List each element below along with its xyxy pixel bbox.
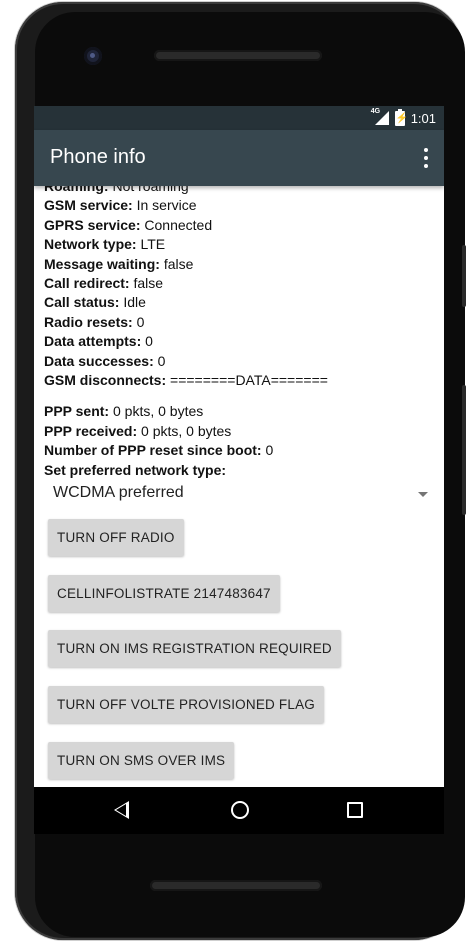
status-icons: 4G ⚡ 1:01 (370, 108, 436, 127)
info-row-gsm-service: GSM service: In service (44, 196, 439, 215)
battery-charging-icon: ⚡ (394, 108, 409, 126)
info-label: PPP received: (44, 422, 138, 439)
preferred-network-type-dropdown[interactable]: WCDMA preferred (44, 482, 434, 506)
info-value: Idle (123, 294, 146, 311)
info-value: In service (136, 197, 197, 214)
status-bar: 4G ⚡ 1:01 (34, 106, 444, 130)
bottom-speaker-grille (150, 880, 322, 891)
front-camera (84, 47, 102, 65)
info-row-ppp-received: PPP received: 0 pkts, 0 bytes (44, 422, 439, 441)
cellinfolistrate-button[interactable]: CELLINFOLISTRATE 2147483647 (48, 575, 280, 612)
recents-icon[interactable] (347, 802, 363, 818)
info-value: ========DATA======= (170, 372, 328, 389)
info-row-gprs-service: GPRS service: Connected (44, 216, 439, 235)
info-value: 0 pkts, 0 bytes (141, 422, 232, 439)
info-label: Radio resets: (44, 313, 133, 330)
info-row-data-attempts: Data attempts: 0 (44, 332, 439, 351)
info-label: Network type: (44, 236, 137, 253)
info-list: Roaming: Not roaming GSM service: In ser… (44, 186, 439, 480)
info-row-roaming: Roaming: Not roaming (44, 186, 439, 196)
info-value: 0 (136, 313, 145, 330)
info-value: false (163, 255, 194, 272)
info-row-network-type: Network type: LTE (44, 235, 439, 254)
sms-over-ims-button[interactable]: TURN ON SMS OVER IMS (48, 742, 235, 779)
home-icon[interactable] (231, 801, 249, 819)
info-row-preferred-network-label: Set preferred network type: (44, 461, 439, 480)
navigation-bar (34, 787, 444, 834)
info-row-ppp-resets: Number of PPP reset since boot: 0 (44, 441, 439, 460)
ims-registration-button[interactable]: TURN ON IMS REGISTRATION REQUIRED (48, 630, 341, 667)
info-label: Call status: (44, 294, 120, 311)
info-label: GPRS service: (44, 216, 141, 233)
info-value: 0 pkts, 0 bytes (113, 403, 204, 420)
info-value: 0 (145, 333, 153, 350)
top-speaker-grille (154, 50, 322, 61)
info-row-call-redirect: Call redirect: false (44, 274, 439, 293)
app-bar: Phone info (34, 130, 444, 186)
screen: 4G ⚡ 1:01 Phone info Roaming: Not roamin… (34, 106, 444, 787)
volte-provisioned-button[interactable]: TURN OFF VOLTE PROVISIONED FLAG (48, 686, 324, 723)
info-label: Message waiting: (44, 255, 160, 272)
overflow-menu-icon[interactable] (422, 148, 430, 168)
info-row-gsm-disconnects: GSM disconnects: ========DATA======= (44, 371, 439, 390)
dropdown-selected-value: WCDMA preferred (53, 484, 184, 501)
info-value: 0 (157, 352, 166, 369)
info-label: GSM service: (44, 197, 133, 214)
status-clock: 1:01 (410, 110, 436, 126)
info-row-call-status: Call status: Idle (44, 293, 439, 312)
page-title: Phone info (50, 146, 146, 168)
power-button (462, 245, 466, 307)
info-row-data-successes: Data successes: 0 (44, 352, 439, 371)
info-label: Data attempts: (44, 333, 142, 350)
info-value: 0 (265, 442, 274, 459)
info-label: Number of PPP reset since boot: (44, 442, 262, 459)
info-row-radio-resets: Radio resets: 0 (44, 313, 439, 332)
network-type-label: 4G (370, 108, 381, 115)
info-value: LTE (140, 236, 166, 253)
back-icon[interactable] (114, 801, 129, 819)
volume-button (462, 385, 466, 515)
info-label: Call redirect: (44, 275, 130, 292)
signal-4g-icon: 4G (370, 108, 389, 125)
info-value: Not roaming (112, 186, 189, 194)
info-label: Set preferred network type: (44, 461, 227, 478)
dropdown-arrow-icon (418, 492, 428, 497)
info-label: PPP sent: (44, 403, 110, 420)
info-label: Roaming: (44, 186, 109, 194)
turn-off-radio-button[interactable]: TURN OFF RADIO (48, 519, 184, 556)
info-value: false (133, 275, 164, 292)
info-label: Data successes: (44, 352, 154, 369)
info-value: Connected (144, 216, 213, 233)
info-row-ppp-sent: PPP sent: 0 pkts, 0 bytes (44, 402, 439, 421)
info-label: GSM disconnects: (44, 372, 167, 389)
phone-info-content[interactable]: Roaming: Not roaming GSM service: In ser… (34, 186, 444, 787)
info-row-message-waiting: Message waiting: false (44, 255, 439, 274)
